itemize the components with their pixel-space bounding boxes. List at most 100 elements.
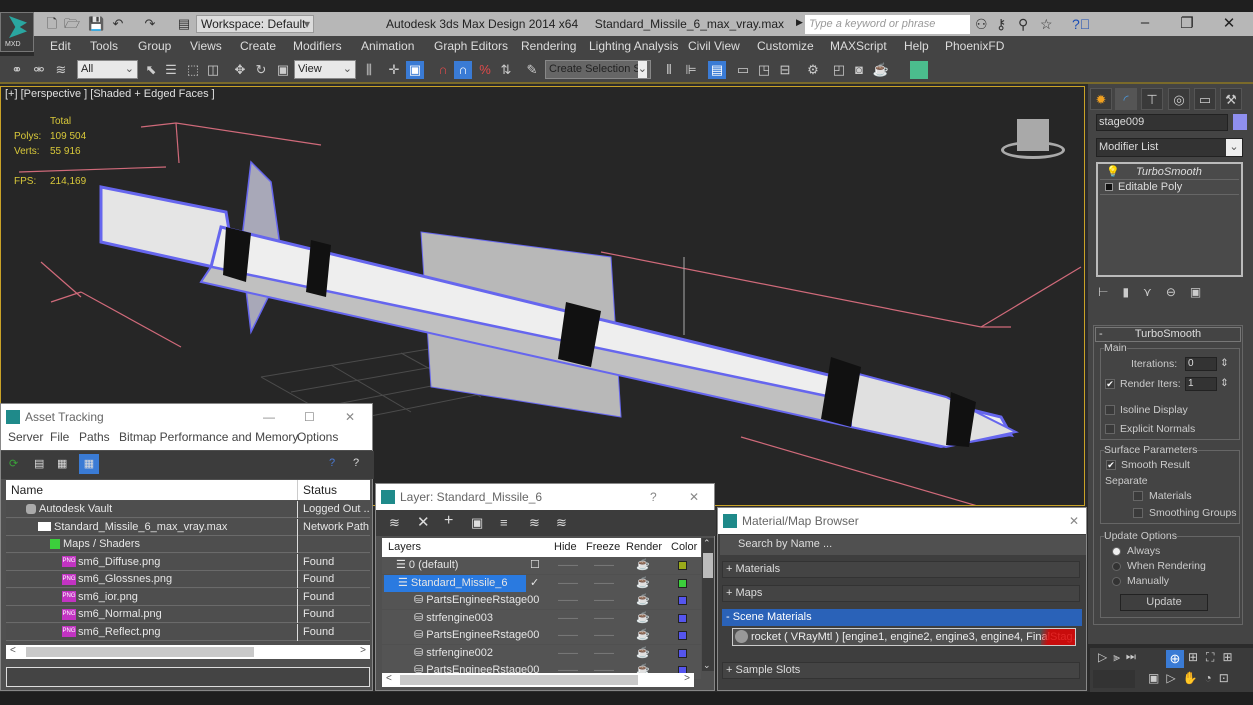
satellite-icon[interactable]: ⚲ <box>1018 16 1028 33</box>
group-scene-materials[interactable]: - Scene Materials <box>722 609 1082 626</box>
scene-explorer-icon[interactable]: ▭ <box>734 61 752 79</box>
freeze-toggle[interactable]: —— <box>594 592 614 609</box>
rollout-header[interactable]: - TurboSmooth <box>1095 327 1241 342</box>
explicit-normals-checkbox[interactable] <box>1105 424 1115 434</box>
help-button[interactable]: ? <box>650 484 657 510</box>
menu-lighting-analysis[interactable]: Lighting Analysis <box>589 39 678 53</box>
spinner-snap-icon[interactable]: ⇅ <box>497 61 515 79</box>
render-iters-arrows[interactable]: ⇕ <box>1220 377 1229 389</box>
help-disabled-icon[interactable]: ? <box>353 457 359 469</box>
close-button[interactable]: ✕ <box>345 404 355 430</box>
scrollbar-thumb[interactable] <box>703 553 713 578</box>
frame-field[interactable] <box>1093 670 1135 688</box>
asset-row[interactable]: PNG sm6_ior.png Found <box>6 588 370 606</box>
freeze-toggle[interactable]: —— <box>594 557 614 574</box>
named-selection-dropdown[interactable]: Create Selection Se ⌄ <box>545 60 651 79</box>
horizontal-scrollbar[interactable]: < > <box>6 645 370 659</box>
hide-toggle[interactable]: —— <box>558 557 578 574</box>
layer-row[interactable]: ☰ Standard_Missile_6 ✓ —— —— ☕ <box>382 574 701 592</box>
restore-button[interactable]: ❐ <box>1172 14 1202 32</box>
menu-graph-editors[interactable]: Graph Editors <box>434 39 508 53</box>
column-color[interactable]: Color <box>671 541 697 553</box>
column-freeze[interactable]: Freeze <box>586 541 620 553</box>
new-layer-icon[interactable]: ≋ <box>389 515 400 531</box>
zoom-icon[interactable]: ⊕ <box>1166 650 1184 668</box>
modifier-list-dropdown[interactable]: Modifier List ⌄ <box>1096 138 1243 157</box>
layer-row[interactable]: ⛁ strfengine003 —— —— ☕ <box>382 609 701 627</box>
render-teapot-icon[interactable]: ☕ <box>872 61 890 79</box>
layer-manager-icon[interactable]: ▤ <box>708 61 726 79</box>
zoom-extents-icons[interactable]: ⊞⛶⊞ <box>1188 650 1241 665</box>
link-icon[interactable]: ⚭ <box>8 61 26 79</box>
always-radio[interactable] <box>1112 547 1121 556</box>
freeze-toggle[interactable]: —— <box>594 645 614 662</box>
schematic-view-icon[interactable]: ⊟ <box>776 61 794 79</box>
viewport-label[interactable]: [+] [Perspective ] [Shaded + Edged Faces… <box>5 88 215 100</box>
current-layer-check-icon[interactable]: ✓ <box>530 575 539 592</box>
star-icon[interactable]: ☆ <box>1040 16 1053 33</box>
new-file-icon[interactable]: 🗋 <box>44 16 60 32</box>
menu-paths[interactable]: Paths <box>79 430 110 444</box>
rotate-icon[interactable]: ↻ <box>252 61 270 79</box>
help-icon[interactable]: ? <box>329 457 335 469</box>
layer-color-swatch[interactable] <box>678 596 687 605</box>
refresh-icon[interactable]: ⟳ <box>9 457 18 470</box>
render-iters-spinner[interactable]: 1 <box>1185 377 1217 391</box>
list-view-icon[interactable]: ▤ <box>34 457 44 470</box>
menu-animation[interactable]: Animation <box>361 39 414 53</box>
asset-row[interactable]: PNG sm6_Reflect.png Found <box>6 623 370 641</box>
delete-layer-icon[interactable]: ✕ <box>417 513 430 531</box>
table-view-icon[interactable]: ▦ <box>79 454 99 474</box>
column-hide[interactable]: Hide <box>554 541 577 553</box>
display-tab-icon[interactable]: ▭ <box>1194 88 1216 110</box>
asset-row[interactable]: Standard_Missile_6_max_vray.max Network P… <box>6 518 370 536</box>
stack-item-editable-poly[interactable]: Editable Poly <box>1100 180 1239 195</box>
current-layer-box[interactable]: ☐ <box>530 557 540 574</box>
update-button[interactable]: Update <box>1120 594 1208 611</box>
scene-material-rocket[interactable]: rocket ( VRayMtl ) [engine1, engine2, en… <box>732 628 1076 646</box>
move-icon[interactable]: ✥ <box>231 61 249 79</box>
menu-group[interactable]: Group <box>138 39 171 53</box>
hide-toggle[interactable]: —— <box>558 645 578 662</box>
workspace-dropdown[interactable]: Workspace: Default ▾ <box>196 15 314 33</box>
freeze-all-icon[interactable]: ≋ <box>556 515 567 531</box>
layer-row[interactable]: ⛁ PartsEngineeRstage00 —— —— ☕ <box>382 627 701 644</box>
asset-row[interactable]: PNG sm6_Diffuse.png Found <box>6 553 370 571</box>
layer-row[interactable]: ⛁ PartsEngineeRstage00 —— —— ☕ <box>382 592 701 609</box>
menu-views[interactable]: Views <box>190 39 222 53</box>
separate-smoothing-checkbox[interactable] <box>1133 508 1143 518</box>
angle-snap-icon[interactable]: ∩ <box>454 61 472 79</box>
material-editor-icon[interactable]: ⚙ <box>804 61 822 79</box>
project-folder-icon[interactable]: ▤ <box>176 16 192 32</box>
menu-maxscript[interactable]: MAXScript <box>830 39 887 53</box>
freeze-toggle[interactable]: —— <box>594 627 614 644</box>
render-teapot-icon[interactable]: ☕ <box>636 557 650 574</box>
render-teapot-icon[interactable]: ☕ <box>636 610 650 627</box>
menu-edit[interactable]: Edit <box>50 39 71 53</box>
layer-color-swatch[interactable] <box>678 648 687 658</box>
hierarchy-tab-icon[interactable]: ⊤ <box>1141 88 1163 110</box>
group-sample-slots[interactable]: + Sample Slots <box>722 662 1080 679</box>
search-by-name-input[interactable]: Search by Name ... <box>720 535 1086 555</box>
menu-create[interactable]: Create <box>240 39 276 53</box>
stack-item-turbosmooth[interactable]: 💡 TurboSmooth <box>1100 165 1239 180</box>
unlink-icon[interactable]: ⚮ <box>30 61 48 79</box>
playback-controls[interactable]: ▷⫸⏭ <box>1098 650 1142 665</box>
render-setup-icon[interactable]: ◰ <box>830 61 848 79</box>
select-objects-icon[interactable]: ▣ <box>471 515 483 531</box>
minimize-button[interactable]: – <box>1130 14 1160 31</box>
menu-phoenixfd[interactable]: PhoenixFD <box>945 39 1004 53</box>
layer-color-swatch[interactable] <box>678 578 687 588</box>
freeze-toggle[interactable]: —— <box>594 575 614 592</box>
expand-icon[interactable] <box>1105 183 1113 191</box>
layer-color-swatch[interactable] <box>678 631 687 640</box>
thumbnail-view-icon[interactable]: ▦ <box>57 457 67 470</box>
open-file-icon[interactable]: 🗁 <box>64 16 80 32</box>
layer-color-swatch[interactable] <box>678 561 687 570</box>
hide-toggle[interactable]: —— <box>558 592 578 609</box>
keyboard-shortcut-toggle-icon[interactable]: ▣ <box>406 61 424 79</box>
render-teapot-icon[interactable]: ☕ <box>636 645 650 662</box>
scale-icon[interactable]: ▣ <box>274 61 292 79</box>
bind-space-warp-icon[interactable]: ≋ <box>52 61 70 79</box>
undo-icon[interactable]: ↶ <box>110 16 126 32</box>
